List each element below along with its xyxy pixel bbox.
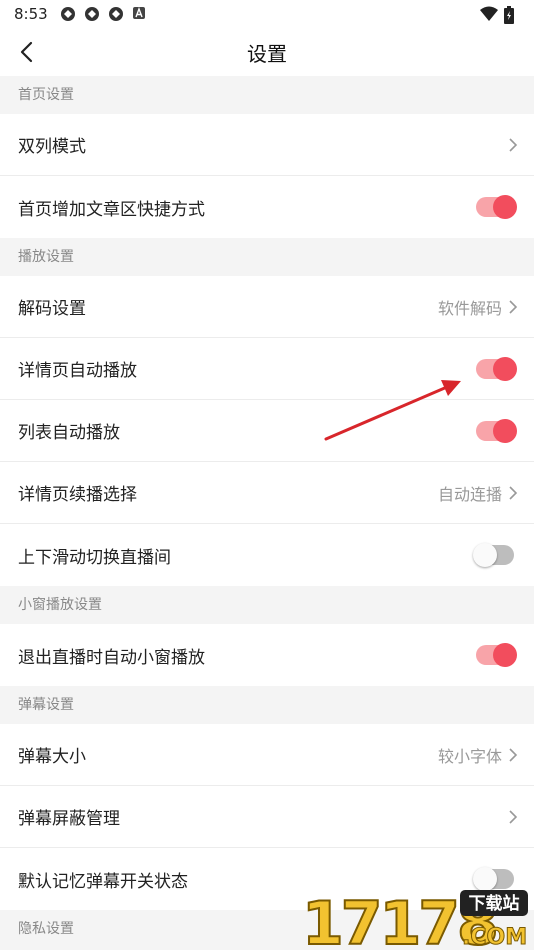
setting-value: 较小字体: [437, 746, 502, 766]
chevron-right-icon: [508, 485, 518, 501]
shortcut-toggle[interactable]: [476, 195, 517, 219]
setting-danmaku-size[interactable]: 弹幕大小 较小字体: [0, 724, 534, 786]
setting-exit-mini-window: 退出直播时自动小窗播放: [0, 624, 534, 686]
setting-value: 自动连播: [437, 484, 502, 504]
setting-label: 弹幕大小: [18, 747, 86, 767]
sync-icon: [108, 6, 124, 22]
setting-continue-play[interactable]: 详情页续播选择 自动连播: [0, 462, 534, 524]
setting-value: 软件解码: [437, 298, 502, 318]
setting-list-autoplay: 列表自动播放: [0, 400, 534, 462]
setting-swipe-switch: 上下滑动切换直播间: [0, 524, 534, 586]
setting-double-column[interactable]: 双列模式: [0, 114, 534, 176]
status-bar: 8:53: [0, 0, 534, 28]
section-header-play: 播放设置: [0, 238, 534, 276]
watermark-logo: 17178 下载站 .COM: [301, 888, 528, 950]
setting-label: 退出直播时自动小窗播放: [18, 647, 205, 668]
wifi-icon: [480, 6, 498, 22]
app-bar: 设置: [0, 28, 534, 76]
setting-label: 首页增加文章区快捷方式: [18, 199, 205, 220]
setting-label: 列表自动播放: [18, 423, 120, 443]
watermark-domain: .COM: [462, 925, 527, 950]
sync-icon: [84, 6, 100, 22]
notification-a-icon: [132, 6, 148, 22]
setting-article-shortcut: 首页增加文章区快捷方式: [0, 176, 534, 238]
watermark-badge: 下载站: [469, 893, 520, 914]
setting-decoding[interactable]: 解码设置 软件解码: [0, 276, 534, 338]
chevron-right-icon: [508, 299, 518, 315]
exit-mini-toggle[interactable]: [476, 643, 517, 667]
chevron-right-icon: [508, 137, 518, 153]
back-button[interactable]: [12, 38, 40, 66]
section-header-home: 首页设置: [0, 76, 534, 114]
back-arrow-icon: [20, 41, 33, 63]
section-header-mini-window: 小窗播放设置: [0, 586, 534, 624]
sync-icon: [60, 6, 76, 22]
detail-autoplay-toggle[interactable]: [476, 356, 517, 381]
swipe-switch-toggle[interactable]: [473, 543, 514, 567]
setting-label: 上下滑动切换直播间: [18, 547, 171, 568]
battery-icon: [504, 6, 520, 24]
section-header-danmaku: 弹幕设置: [0, 686, 534, 724]
chevron-right-icon: [508, 747, 518, 763]
status-time: 8:53: [14, 5, 48, 23]
chevron-right-icon: [508, 809, 518, 825]
setting-danmaku-block[interactable]: 弹幕屏蔽管理: [0, 786, 534, 848]
page-title: 设置: [247, 41, 287, 66]
setting-label: 弹幕屏蔽管理: [18, 809, 120, 829]
setting-label: 详情页自动播放: [18, 361, 137, 381]
setting-label: 双列模式: [18, 137, 86, 157]
setting-label: 详情页续播选择: [18, 485, 137, 505]
setting-label: 解码设置: [18, 299, 86, 319]
setting-detail-autoplay: 详情页自动播放: [0, 338, 534, 400]
list-autoplay-toggle[interactable]: [476, 418, 517, 443]
